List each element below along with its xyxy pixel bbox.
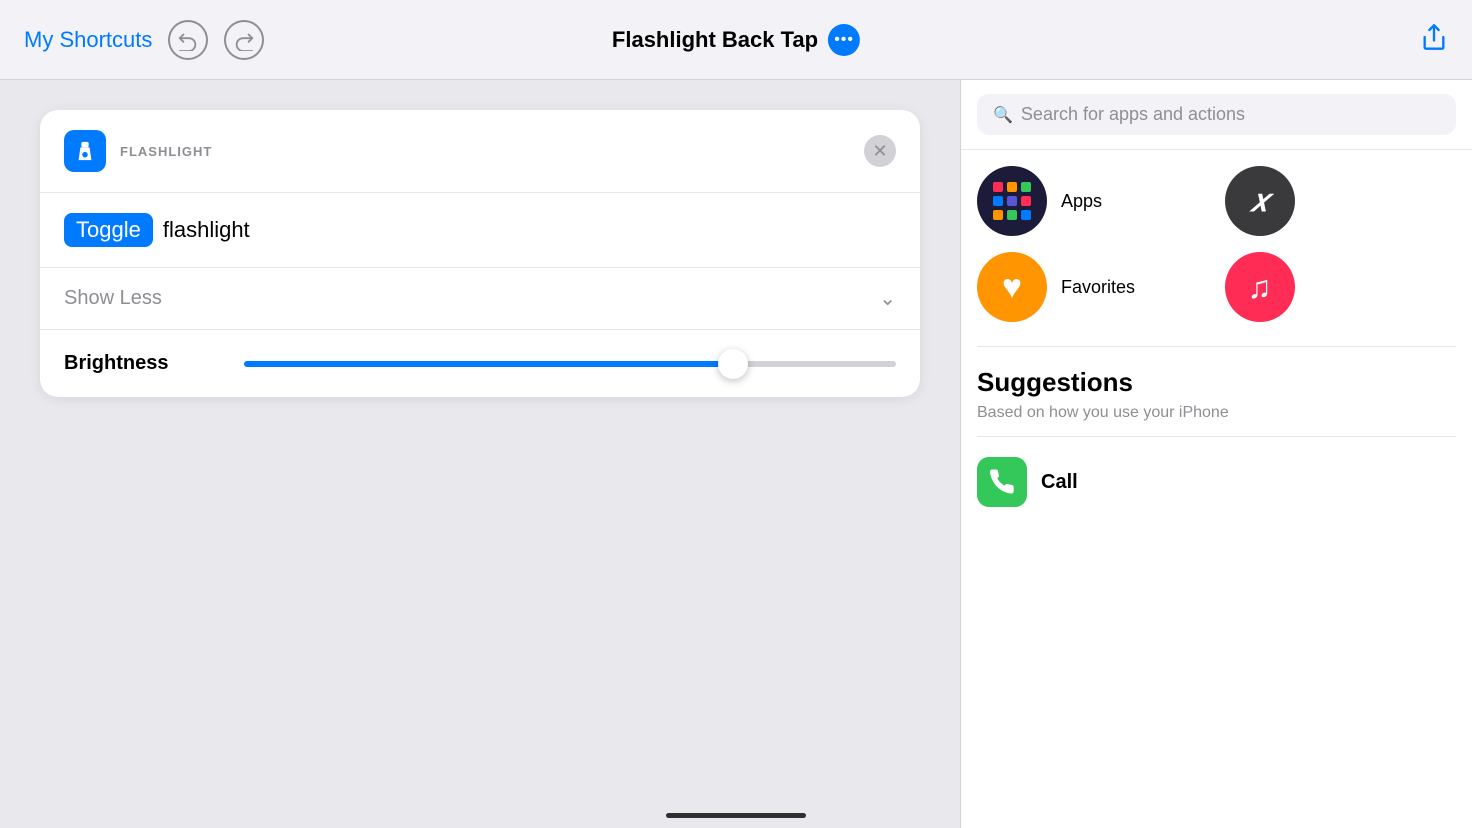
favorites-icon-circle: ♥	[977, 252, 1047, 322]
redo-icon	[233, 29, 255, 51]
slider-fill	[244, 361, 733, 367]
suggestions-title: Suggestions	[977, 367, 1456, 398]
apps-grid: Apps 𝑥 ♥ Favorites	[977, 166, 1456, 322]
more-dots-icon: •••	[834, 32, 854, 48]
share-icon	[1420, 23, 1448, 51]
phone-icon-circle	[977, 457, 1027, 507]
scripting-x-icon: 𝑥	[1251, 182, 1269, 220]
apps-grid-icon	[993, 182, 1031, 220]
chevron-down-icon: ⌄	[879, 286, 896, 311]
favorites-item-label: Favorites	[1061, 277, 1135, 298]
main-content: FLASHLIGHT ✕ Toggle flashlight Show Less…	[0, 80, 1472, 828]
card-header-left: FLASHLIGHT	[64, 130, 212, 172]
search-placeholder-text: Search for apps and actions	[1021, 104, 1245, 125]
redo-button[interactable]	[224, 20, 264, 60]
heart-icon: ♥	[1002, 268, 1022, 307]
search-icon: 🔍	[993, 105, 1013, 125]
music-note-icon: ♫	[1248, 269, 1272, 306]
suggestions-divider	[977, 436, 1456, 437]
suggestion-item-call[interactable]: Call	[977, 449, 1456, 515]
flashlight-label: flashlight	[163, 217, 250, 243]
search-input-wrapper[interactable]: 🔍 Search for apps and actions	[977, 94, 1456, 135]
brightness-label: Brightness	[64, 352, 224, 375]
slider-thumb[interactable]	[718, 349, 748, 379]
app-item-music[interactable]: ♫	[1225, 252, 1457, 322]
left-panel: FLASHLIGHT ✕ Toggle flashlight Show Less…	[0, 80, 960, 828]
brightness-row: Brightness	[40, 330, 920, 397]
slider-track	[244, 361, 896, 367]
header-title-area: Flashlight Back Tap •••	[612, 24, 860, 56]
apps-section: Apps 𝑥 ♥ Favorites	[977, 166, 1456, 322]
phone-icon	[988, 468, 1016, 496]
header-right	[1420, 23, 1448, 56]
share-button[interactable]	[1420, 23, 1448, 56]
app-item-scripting[interactable]: 𝑥	[1225, 166, 1457, 236]
toggle-badge[interactable]: Toggle	[64, 213, 153, 247]
flashlight-app-icon	[64, 130, 106, 172]
undo-button[interactable]	[168, 20, 208, 60]
section-divider	[977, 346, 1456, 347]
undo-icon	[177, 29, 199, 51]
my-shortcuts-button[interactable]: My Shortcuts	[24, 27, 152, 53]
flashlight-svg-icon	[74, 140, 96, 162]
right-panel: 🔍 Search for apps and actions Apps	[960, 80, 1472, 828]
scripting-icon-circle: 𝑥	[1225, 166, 1295, 236]
suggestion-call-label: Call	[1041, 471, 1078, 494]
card-header: FLASHLIGHT ✕	[40, 110, 920, 193]
brightness-slider-container[interactable]	[244, 361, 896, 367]
show-less-label: Show Less	[64, 287, 162, 310]
apps-item-label: Apps	[1061, 191, 1102, 212]
suggestions-section: Suggestions Based on how you use your iP…	[977, 359, 1456, 523]
shortcut-title: Flashlight Back Tap	[612, 27, 818, 53]
right-content: Apps 𝑥 ♥ Favorites	[961, 150, 1472, 828]
apps-icon-circle	[977, 166, 1047, 236]
action-app-label: FLASHLIGHT	[120, 144, 212, 159]
app-item-favorites[interactable]: ♥ Favorites	[977, 252, 1209, 322]
more-options-button[interactable]: •••	[828, 24, 860, 56]
music-icon-circle: ♫	[1225, 252, 1295, 322]
close-action-button[interactable]: ✕	[864, 135, 896, 167]
header: My Shortcuts Flashlight Back Tap •••	[0, 0, 1472, 80]
home-indicator	[666, 813, 806, 818]
header-left: My Shortcuts	[24, 20, 264, 60]
app-item-apps[interactable]: Apps	[977, 166, 1209, 236]
toggle-row: Toggle flashlight	[40, 193, 920, 268]
suggestions-subtitle: Based on how you use your iPhone	[977, 404, 1456, 422]
show-less-row[interactable]: Show Less ⌄	[40, 268, 920, 330]
search-bar: 🔍 Search for apps and actions	[961, 80, 1472, 150]
action-card: FLASHLIGHT ✕ Toggle flashlight Show Less…	[40, 110, 920, 397]
